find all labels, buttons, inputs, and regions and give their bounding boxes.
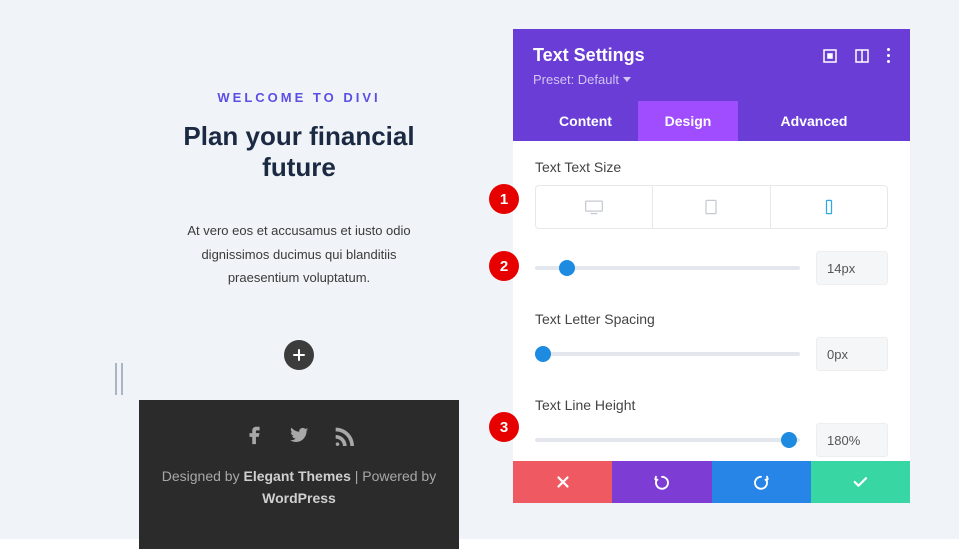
text-size-value[interactable]: 14px — [816, 251, 888, 285]
preview-viewport: WELCOME TO DIVI Plan your financial futu… — [139, 0, 459, 539]
rss-icon[interactable] — [332, 424, 354, 451]
slider-thumb[interactable] — [781, 432, 797, 448]
slider-thumb[interactable] — [559, 260, 575, 276]
tab-design[interactable]: Design — [638, 101, 738, 141]
panel-body: Text Text Size 14px Text Letter Spacing … — [513, 141, 910, 461]
expand-icon[interactable] — [823, 49, 837, 63]
tab-content[interactable]: Content — [533, 101, 638, 141]
twitter-icon[interactable] — [288, 424, 310, 451]
annotation-marker-2: 2 — [489, 251, 519, 281]
columns-icon[interactable] — [855, 49, 869, 63]
line-height-label: Text Line Height — [535, 397, 888, 413]
annotation-marker-3: 3 — [489, 412, 519, 442]
tab-advanced[interactable]: Advanced — [738, 101, 890, 141]
device-desktop[interactable] — [536, 186, 653, 228]
device-phone[interactable] — [771, 186, 887, 228]
undo-button[interactable] — [612, 461, 711, 503]
footer-credit: Designed by Elegant Themes | Powered by … — [159, 465, 439, 510]
eyebrow-text: WELCOME TO DIVI — [167, 90, 431, 105]
cancel-button[interactable] — [513, 461, 612, 503]
letter-spacing-slider[interactable] — [535, 352, 800, 356]
preset-selector[interactable]: Preset: Default — [533, 72, 890, 87]
letter-spacing-label: Text Letter Spacing — [535, 311, 888, 327]
text-size-label: Text Text Size — [535, 159, 888, 175]
hero-title: Plan your financial future — [167, 121, 431, 183]
more-icon[interactable] — [887, 48, 890, 63]
save-button[interactable] — [811, 461, 910, 503]
text-size-slider[interactable] — [535, 266, 800, 270]
device-tablet[interactable] — [653, 186, 770, 228]
hero-section: WELCOME TO DIVI Plan your financial futu… — [139, 0, 459, 400]
letter-spacing-value[interactable]: 0px — [816, 337, 888, 371]
footer-section: Designed by Elegant Themes | Powered by … — [139, 400, 459, 549]
panel-footer — [513, 461, 910, 503]
line-height-value[interactable]: 180% — [816, 423, 888, 457]
panel-title: Text Settings — [533, 45, 645, 66]
panel-header: Text Settings Preset: Default Content De… — [513, 29, 910, 141]
redo-button[interactable] — [712, 461, 811, 503]
settings-panel: Text Settings Preset: Default Content De… — [513, 29, 910, 503]
add-module-button[interactable] — [284, 340, 314, 370]
slider-thumb[interactable] — [535, 346, 551, 362]
panel-tabs: Content Design Advanced — [533, 101, 890, 141]
caret-down-icon — [623, 77, 631, 82]
annotation-marker-1: 1 — [489, 184, 519, 214]
facebook-icon[interactable] — [244, 424, 266, 451]
line-height-slider[interactable] — [535, 438, 800, 442]
hero-body: At vero eos et accusamus et iusto odio d… — [167, 219, 431, 289]
resize-handle[interactable] — [115, 363, 123, 395]
responsive-device-tabs — [535, 185, 888, 229]
